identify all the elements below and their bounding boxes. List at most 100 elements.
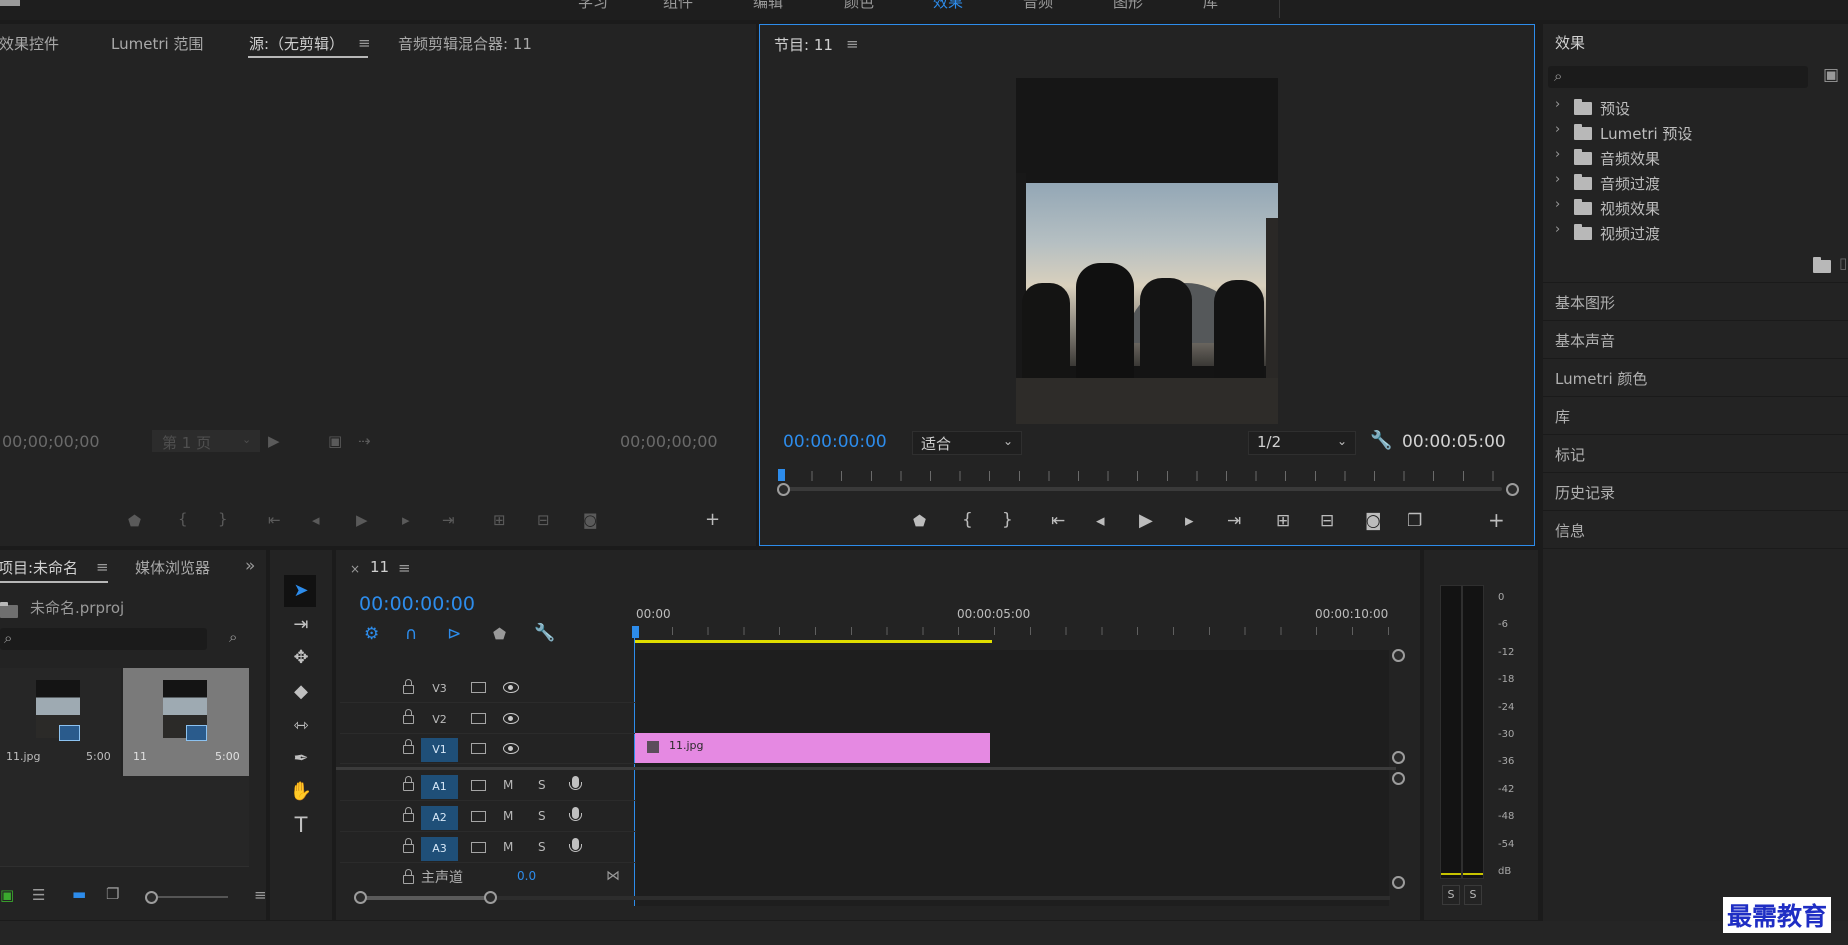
panel-libraries[interactable]: 库	[1543, 396, 1848, 434]
add-button-icon[interactable]: +	[705, 509, 720, 530]
zoom-slider-track[interactable]	[158, 896, 228, 898]
bowtie-icon[interactable]: ⋈	[606, 869, 620, 883]
tab-source[interactable]: 源:（无剪辑）	[249, 33, 344, 54]
slip-tool-icon[interactable]: ⇿	[286, 711, 316, 741]
find-icon[interactable]: ⌕	[229, 630, 237, 645]
tab-project[interactable]: 项目:未命名	[0, 557, 78, 578]
mute-button[interactable]: M	[503, 809, 513, 823]
timeline-settings-icon[interactable]: 🔧	[534, 625, 555, 642]
razor-tool-icon[interactable]: ◆	[286, 677, 316, 707]
timeline-clip[interactable]: 11.jpg	[635, 733, 990, 763]
track-label[interactable]: V1	[421, 738, 458, 762]
selection-tool-icon[interactable]: ➤	[286, 576, 316, 606]
eye-icon[interactable]	[503, 713, 519, 724]
track-label[interactable]: A2	[421, 806, 458, 830]
hscroll-left-handle[interactable]	[354, 891, 367, 904]
snap-magnet-icon[interactable]: ∩	[405, 626, 417, 643]
extract-icon[interactable]: ⊟	[1320, 511, 1334, 531]
export-frame-icon[interactable]: ◙	[1365, 511, 1382, 531]
panel-markers[interactable]: 标记	[1543, 434, 1848, 472]
tab-effect-controls[interactable]: 效果控件	[0, 33, 59, 54]
eye-icon[interactable]	[503, 682, 519, 693]
menu-item[interactable]: 学习	[578, 0, 608, 12]
insert-icon[interactable]: ⊞	[493, 511, 506, 529]
sync-lock-icon[interactable]	[471, 842, 486, 853]
marker-icon[interactable]: ⬟	[913, 512, 926, 530]
program-title[interactable]: 节目: 11	[774, 34, 833, 55]
sync-lock-icon[interactable]	[471, 713, 486, 724]
play-arrow-icon[interactable]: ▶	[268, 432, 280, 450]
go-to-in-icon[interactable]: ⇤	[268, 511, 281, 529]
menu-item[interactable]: 颜色	[844, 0, 874, 12]
panel-info[interactable]: 信息	[1543, 510, 1848, 548]
page-select[interactable]: 第 1 页 ⌄	[152, 430, 260, 452]
chevron-double-right-icon[interactable]: »	[245, 558, 255, 575]
freeform-view-icon[interactable]: ❐	[106, 887, 119, 902]
mute-button[interactable]: M	[503, 778, 513, 792]
scroll-handle-left[interactable]	[777, 483, 790, 496]
solo-button[interactable]: S	[538, 809, 546, 823]
sync-lock-icon[interactable]	[471, 811, 486, 822]
tree-item[interactable]: › 预设	[1543, 95, 1848, 120]
menu-item-active[interactable]: 效果	[933, 0, 963, 12]
lock-icon[interactable]	[403, 776, 414, 791]
program-scrub-ruler[interactable]	[778, 469, 1518, 489]
menu-item[interactable]: 库	[1203, 0, 1218, 12]
lock-icon[interactable]	[403, 679, 414, 694]
list-view-icon[interactable]: ☰	[32, 888, 45, 903]
effects-title[interactable]: 效果	[1555, 32, 1585, 53]
hscroll-right-handle[interactable]	[484, 891, 497, 904]
sync-lock-icon[interactable]	[471, 780, 486, 791]
timeline-timecode[interactable]: 00:00:00:00	[359, 593, 475, 615]
play-icon[interactable]: ▶	[1139, 510, 1153, 531]
work-area-bar[interactable]	[634, 640, 992, 643]
tree-item[interactable]: › 音频效果	[1543, 145, 1848, 170]
track-label[interactable]: V2	[421, 708, 458, 732]
mark-out-icon[interactable]: }	[1002, 510, 1013, 530]
project-item-sequence[interactable]: 11 5:00	[123, 668, 249, 776]
delete-icon[interactable]: ▯	[1839, 256, 1847, 271]
menu-item[interactable]: 组件	[663, 0, 693, 12]
solo-right-button[interactable]: S	[1464, 885, 1482, 905]
panel-history[interactable]: 历史记录	[1543, 472, 1848, 510]
tree-item[interactable]: › Lumetri 预设	[1543, 120, 1848, 145]
ripple-edit-tool-icon[interactable]: ✥	[286, 643, 316, 673]
nest-icon[interactable]: ⚙	[364, 626, 379, 643]
hand-tool-icon[interactable]: ✋	[286, 777, 316, 807]
panel-menu-icon[interactable]: ≡	[96, 560, 109, 575]
step-forward-icon[interactable]: ▸	[402, 511, 410, 529]
solo-left-button[interactable]: S	[1442, 885, 1460, 905]
lock-icon[interactable]	[403, 709, 414, 724]
sync-lock-icon[interactable]	[471, 743, 486, 754]
effects-search-input[interactable]: ⌕	[1548, 66, 1808, 88]
add-button-icon[interactable]: +	[1488, 508, 1505, 532]
project-item-image[interactable]: 11.jpg 5:00	[0, 668, 121, 776]
zoom-select[interactable]: 适合 ⌄	[912, 431, 1022, 455]
step-back-icon[interactable]: ◂	[1096, 511, 1105, 531]
lock-icon[interactable]	[403, 739, 414, 754]
solo-button[interactable]: S	[538, 840, 546, 854]
pen-tool-icon[interactable]: ✒	[286, 744, 316, 774]
lock-icon[interactable]	[403, 869, 414, 884]
tree-item[interactable]: › 音频过渡	[1543, 170, 1848, 195]
go-to-out-icon[interactable]: ⇥	[1227, 511, 1241, 531]
panel-lumetri-color[interactable]: Lumetri 颜色	[1543, 358, 1848, 396]
program-timecode[interactable]: 00:00:00:00	[783, 432, 887, 452]
tab-media-browser[interactable]: 媒体浏览器	[135, 557, 210, 578]
panel-essential-graphics[interactable]: 基本图形	[1543, 282, 1848, 320]
mute-button[interactable]: M	[503, 840, 513, 854]
resolution-select[interactable]: 1/2 ⌄	[1248, 431, 1356, 455]
vscroll-bottom-handle[interactable]	[1392, 876, 1405, 889]
menu-item[interactable]: 图形	[1113, 0, 1143, 12]
go-to-in-icon[interactable]: ⇤	[1051, 511, 1065, 531]
tab-audio-clip-mixer[interactable]: 音频剪辑混合器: 11	[398, 33, 532, 54]
microphone-icon[interactable]	[569, 776, 582, 790]
microphone-icon[interactable]	[569, 807, 582, 821]
vscroll-top-handle[interactable]	[1392, 649, 1405, 662]
track-label[interactable]: V3	[421, 677, 458, 701]
eye-icon[interactable]	[503, 743, 519, 754]
step-forward-icon[interactable]: ▸	[1185, 511, 1194, 531]
project-search-input[interactable]: ⌕	[0, 628, 207, 650]
home-icon[interactable]	[0, 0, 20, 6]
panel-essential-sound[interactable]: 基本声音	[1543, 320, 1848, 358]
